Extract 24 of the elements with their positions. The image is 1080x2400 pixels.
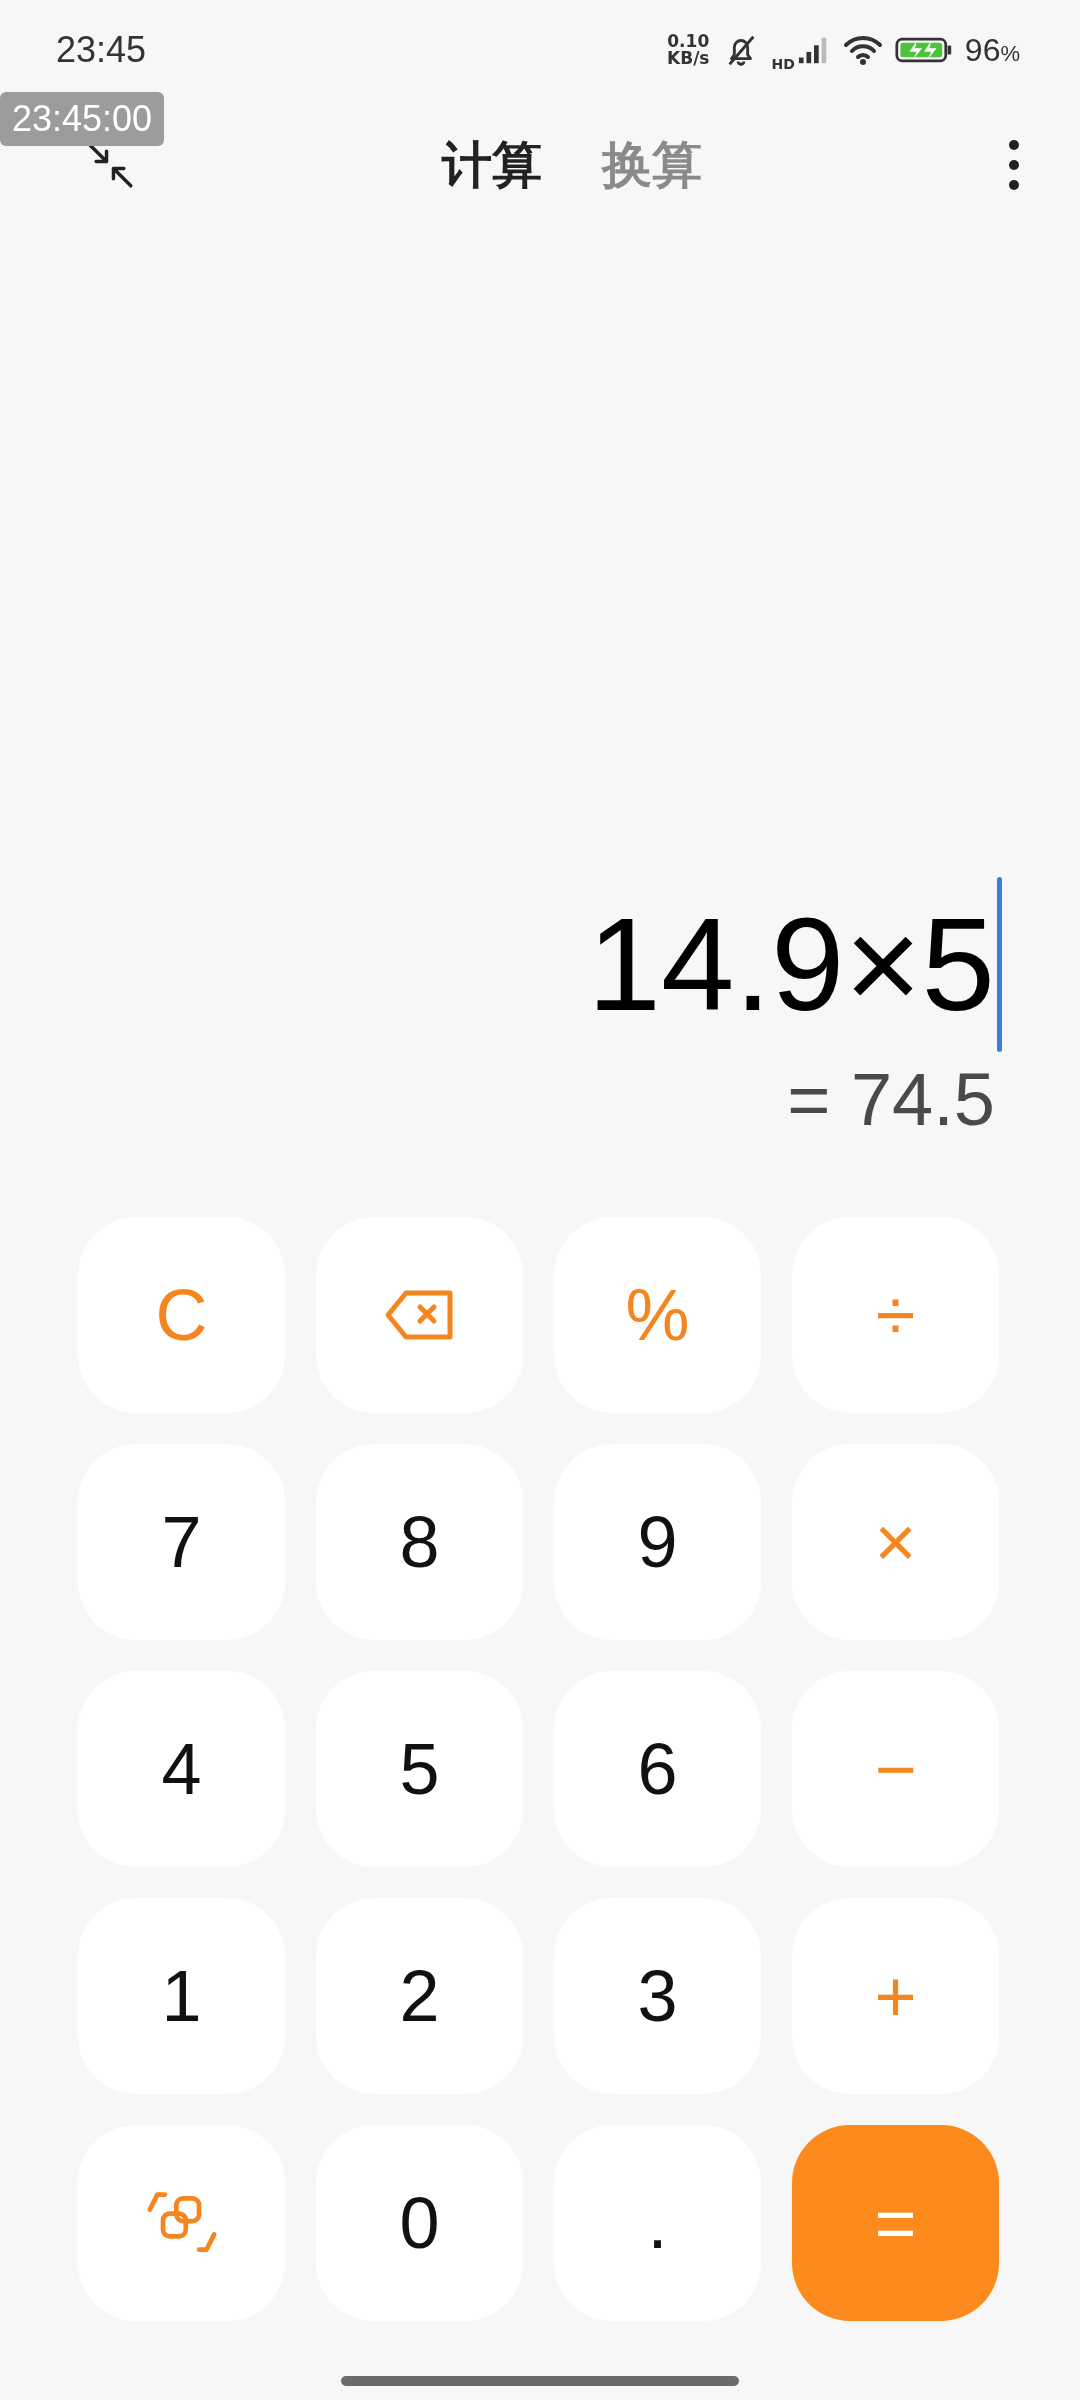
key-button[interactable]: 8 xyxy=(316,1444,523,1640)
key-button[interactable]: 2 xyxy=(316,1898,523,2094)
expression-text: 14.9×5 xyxy=(587,890,995,1040)
key-button[interactable]: . xyxy=(554,2125,761,2321)
key-button[interactable]: 7 xyxy=(78,1444,285,1640)
key-button[interactable]: 6 xyxy=(554,1671,761,1867)
backspace-button[interactable] xyxy=(316,1217,523,1413)
status-time: 23:45 xyxy=(56,29,147,71)
battery-percent: 96% xyxy=(964,31,1020,69)
switch-button[interactable] xyxy=(78,2125,285,2321)
key-button[interactable]: 9 xyxy=(554,1444,761,1640)
battery-charging-icon xyxy=(894,35,953,65)
wifi-icon xyxy=(842,34,883,66)
key-button[interactable]: 1 xyxy=(78,1898,285,2094)
network-speed: 0.10 KB/s xyxy=(667,33,710,67)
tab[interactable]: 计算 xyxy=(442,131,542,199)
clock-overlay: 23:45:00 xyxy=(0,92,165,146)
key-button[interactable]: 3 xyxy=(554,1898,761,2094)
key-button[interactable]: 0 xyxy=(316,2125,523,2321)
key-button[interactable]: 5 xyxy=(316,1671,523,1867)
key-button[interactable]: 4 xyxy=(78,1671,285,1867)
result-text: = 74.5 xyxy=(787,1057,995,1143)
network-type: HD xyxy=(771,56,795,72)
more-options-icon[interactable] xyxy=(1008,139,1020,191)
